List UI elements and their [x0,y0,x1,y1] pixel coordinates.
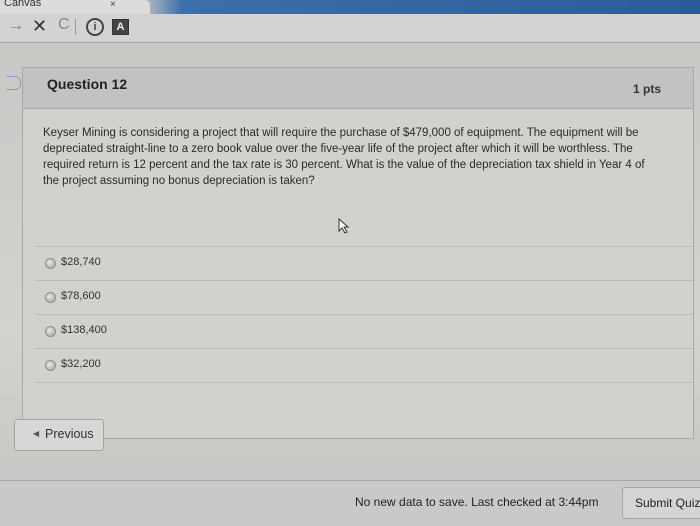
browser-toolbar: → ✕ C i A [0,14,700,43]
stop-icon[interactable]: ✕ [32,16,47,37]
question-card: Question 12 1 pts Keyser Mining is consi… [22,67,694,439]
extension-icon[interactable]: A [112,19,129,35]
question-text: Keyser Mining is considering a project t… [43,127,645,187]
answer-option[interactable]: $28,740 [35,246,693,280]
answer-label: $28,740 [61,256,101,268]
mouse-cursor-icon [338,218,350,234]
tab-close-icon[interactable]: × [110,0,116,10]
radio-button[interactable] [45,292,56,303]
radio-button[interactable] [45,360,56,371]
answer-option[interactable]: $32,200 [35,348,693,383]
reload-icon[interactable]: C [58,16,70,34]
question-title: Question 12 [47,76,128,92]
flag-question-icon[interactable] [6,76,21,90]
quiz-page: Question 12 1 pts Keyser Mining is consi… [0,43,700,526]
forward-icon[interactable]: → [8,17,24,35]
answer-list: $28,740 $78,600 $138,400 $32,200 [35,246,693,383]
answer-option[interactable]: $138,400 [35,314,693,348]
previous-button[interactable]: ◀ Previous [14,419,104,451]
radio-button[interactable] [45,326,56,337]
answer-option[interactable]: $78,600 [35,280,693,314]
toolbar-divider [75,19,76,35]
save-status-text: No new data to save. Last checked at 3:4… [355,495,599,509]
submit-quiz-label: Submit Quiz [635,496,700,510]
previous-arrow-icon: ◀ [33,429,40,438]
info-icon[interactable]: i [86,18,104,36]
browser-tab-strip: Canvas × [0,0,700,14]
quiz-footer: No new data to save. Last checked at 3:4… [0,480,700,526]
answer-label: $32,200 [61,358,101,370]
answer-label: $78,600 [61,290,101,302]
question-points: 1 pts [632,82,661,96]
radio-button[interactable] [45,258,56,269]
question-header: Question 12 1 pts [23,68,693,109]
browser-tab[interactable]: Canvas × [0,0,150,14]
previous-button-label: Previous [45,427,94,441]
tab-title: Canvas [4,0,42,9]
answer-label: $138,400 [61,324,107,336]
submit-quiz-button[interactable]: Submit Quiz [622,487,700,519]
